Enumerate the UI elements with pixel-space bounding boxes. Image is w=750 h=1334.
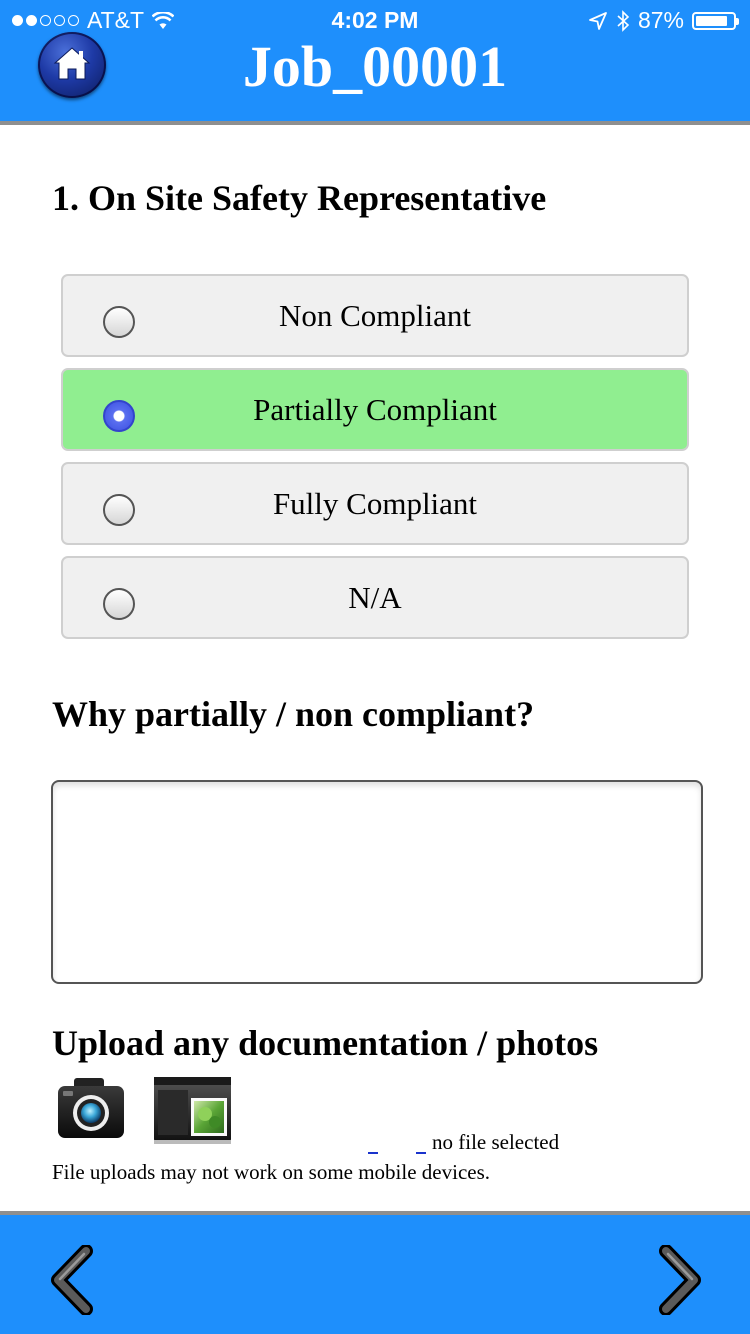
option-label: Fully Compliant (272, 486, 478, 521)
upload-heading: Upload any documentation / photos (52, 1023, 599, 1063)
location-arrow-icon (589, 11, 607, 30)
bluetooth-icon (617, 9, 630, 32)
camera-icon (58, 1078, 124, 1138)
option-non-compliant[interactable]: Non Compliant (61, 274, 689, 357)
upload-note: File uploads may not work on some mobile… (52, 1160, 491, 1184)
upload-file-link[interactable] (416, 1130, 426, 1154)
question-title: 1. On Site Safety Representative (52, 178, 547, 218)
reason-heading: Why partially / non compliant? (52, 694, 535, 734)
page-title: Job_00001 (242, 34, 508, 99)
gallery-button[interactable] (153, 1076, 232, 1145)
battery-level (696, 15, 727, 26)
app-footer (0, 1211, 750, 1334)
battery-icon (692, 11, 739, 30)
chevron-left-icon (51, 1244, 93, 1316)
choose-file-link[interactable] (368, 1130, 378, 1154)
status-right: 87% (588, 7, 739, 34)
option-label: Non Compliant (278, 298, 472, 333)
option-fully-compliant[interactable]: Fully Compliant (61, 462, 689, 545)
battery-percent: 87% (637, 7, 684, 33)
file-status-text: no file selected (432, 1130, 560, 1154)
chevron-right-icon (659, 1244, 701, 1316)
option-label: Partially Compliant (253, 392, 497, 427)
previous-button[interactable] (46, 1244, 96, 1316)
option-label: N/A (348, 580, 402, 615)
next-button[interactable] (656, 1244, 706, 1316)
photo-gallery-icon (154, 1077, 231, 1144)
option-not-applicable[interactable]: N/A (61, 556, 689, 639)
option-partially-compliant[interactable]: Partially Compliant (61, 368, 689, 451)
reason-textarea[interactable] (51, 780, 703, 984)
app-header: AT&T 4:02 PM 87% Job_00001 (0, 0, 750, 125)
camera-button[interactable] (56, 1075, 126, 1141)
